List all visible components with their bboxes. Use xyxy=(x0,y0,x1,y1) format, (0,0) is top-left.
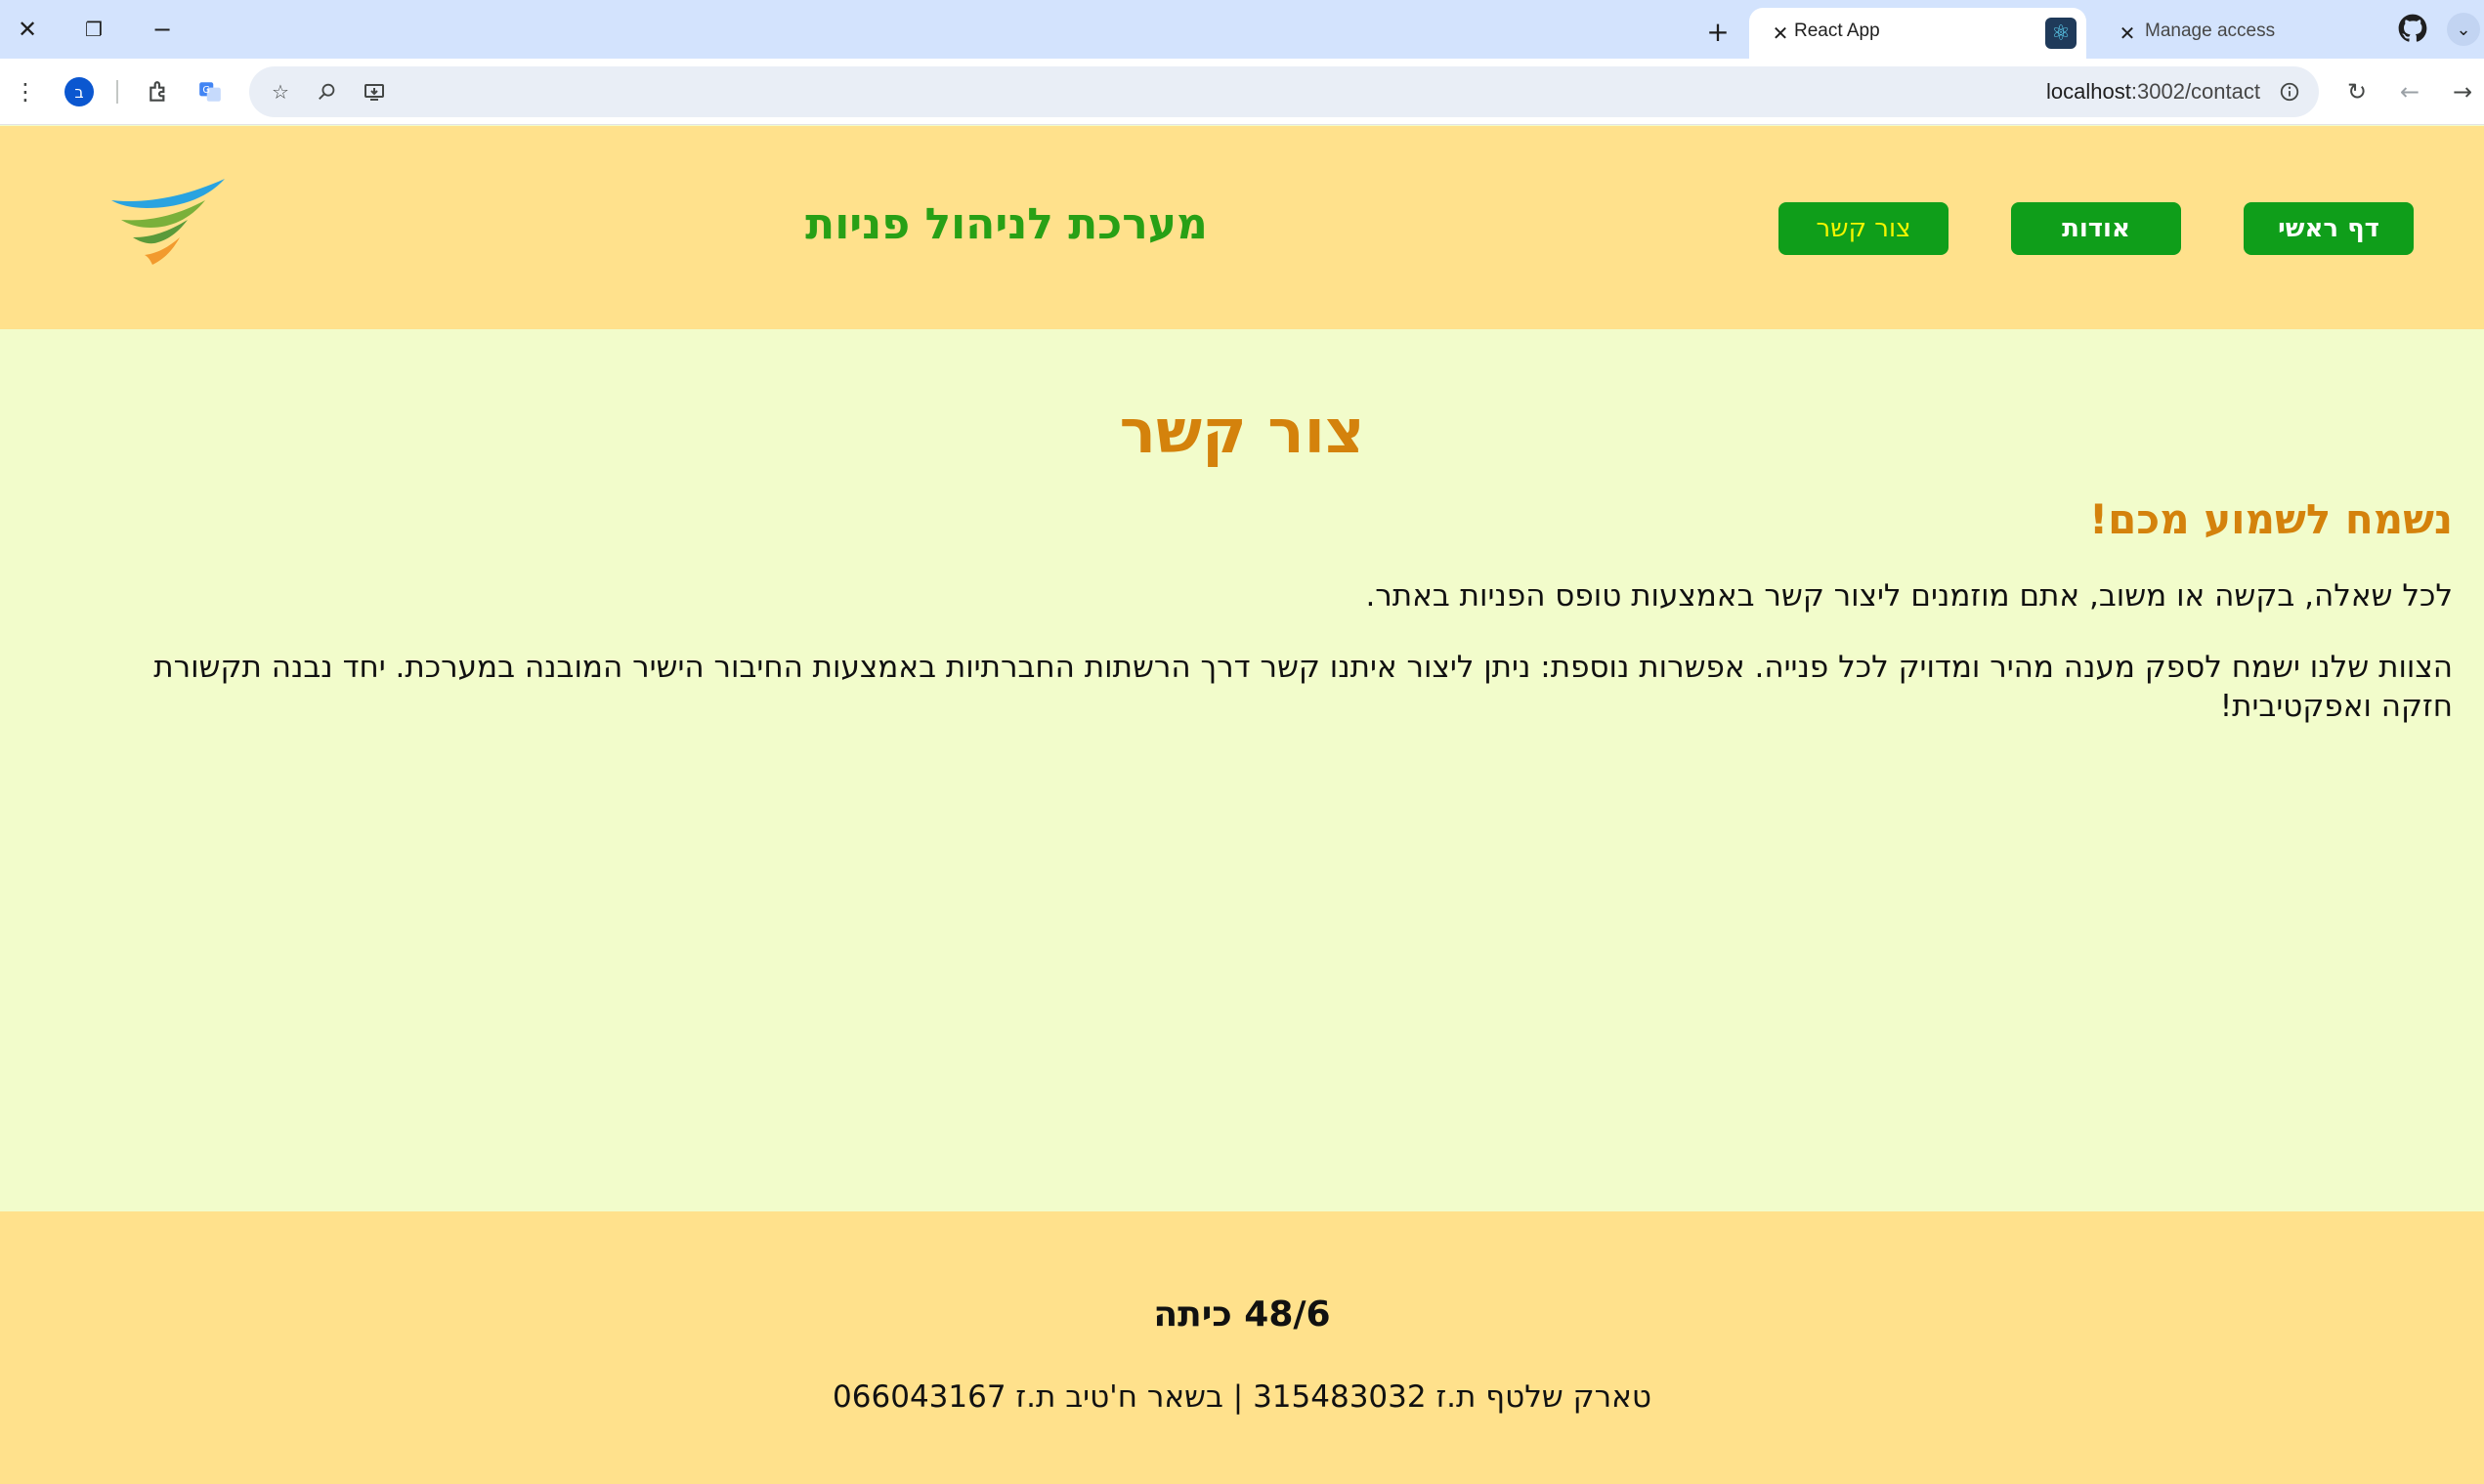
extensions-icon[interactable] xyxy=(140,72,179,111)
footer-class: 48/6 כיתה xyxy=(1153,1294,1331,1335)
tab-title: React App xyxy=(1794,21,1880,41)
zoom-icon[interactable] xyxy=(312,76,343,107)
nav-contact-button[interactable]: צור קשר xyxy=(1778,202,1949,255)
contact-paragraph-2: הצוות שלנו ישמח לספק מענה מהיר ומדויק לכ… xyxy=(153,650,2453,724)
tab-manage-access[interactable]: ✕ Manage access xyxy=(2096,8,2419,59)
install-app-icon[interactable] xyxy=(359,76,390,107)
menu-icon[interactable]: ⋮ xyxy=(6,72,45,111)
github-icon xyxy=(2398,14,2427,42)
logo-icon xyxy=(111,179,225,265)
address-bar[interactable]: ☆ localhost:3002/contact xyxy=(249,66,2319,117)
site-info-icon[interactable] xyxy=(2274,76,2305,107)
url-path: :3002/contact xyxy=(2130,79,2260,104)
new-tab-icon[interactable]: + xyxy=(1700,14,1735,49)
url-text[interactable]: localhost:3002/contact xyxy=(2046,79,2260,105)
close-icon[interactable]: ✕ xyxy=(1767,20,1794,47)
nav-home-button[interactable]: דף ראשי xyxy=(2244,202,2414,255)
tab-strip: ✕ ❐ − + ✕ React App ⚛ ✕ Manage access ⌄ xyxy=(0,0,2484,59)
svg-text:G: G xyxy=(202,85,210,96)
reload-icon[interactable]: ↻ xyxy=(2337,72,2377,111)
translate-icon[interactable]: G xyxy=(191,72,230,111)
page-title: צור קשר xyxy=(1119,396,1365,467)
section-subtitle: נשמח לשמוע מכם! xyxy=(2089,495,2453,543)
site-title: מערכת לניהול פניות xyxy=(805,199,1208,249)
site-footer: 48/6 כיתה טארק שלטף ת.ז 315483032 | בשאר… xyxy=(0,1211,2484,1484)
main-content: צור קשר נשמח לשמוע מכם! לכל שאלה, בקשה א… xyxy=(0,329,2484,1211)
nav-about-button[interactable]: אודות xyxy=(2011,202,2181,255)
minimize-window-icon[interactable]: − xyxy=(143,10,182,49)
tab-search-icon[interactable]: ⌄ xyxy=(2447,13,2480,46)
forward-icon[interactable]: → xyxy=(2443,72,2482,111)
tab-title: Manage access xyxy=(2145,21,2276,41)
url-host: localhost xyxy=(2046,79,2131,104)
back-icon[interactable]: ← xyxy=(2390,72,2429,111)
toolbar-divider xyxy=(116,80,118,104)
site-header: דף ראשי אודות צור קשר מערכת לניהול פניות xyxy=(0,126,2484,329)
close-window-icon[interactable]: ✕ xyxy=(8,10,47,49)
contact-paragraph-1: לכל שאלה, בקשה או משוב, אתם מוזמנים ליצו… xyxy=(1365,578,2453,614)
react-icon: ⚛ xyxy=(2045,18,2077,49)
tab-react-app[interactable]: ✕ React App ⚛ xyxy=(1749,8,2086,59)
restore-window-icon[interactable]: ❐ xyxy=(74,10,113,49)
profile-avatar[interactable]: ב xyxy=(64,77,94,106)
close-icon[interactable]: ✕ xyxy=(2114,20,2141,47)
footer-credits: טארק שלטף ת.ז 315483032 | בשאר ח'טיב ת.ז… xyxy=(833,1379,1651,1415)
bookmark-star-icon[interactable]: ☆ xyxy=(265,76,296,107)
